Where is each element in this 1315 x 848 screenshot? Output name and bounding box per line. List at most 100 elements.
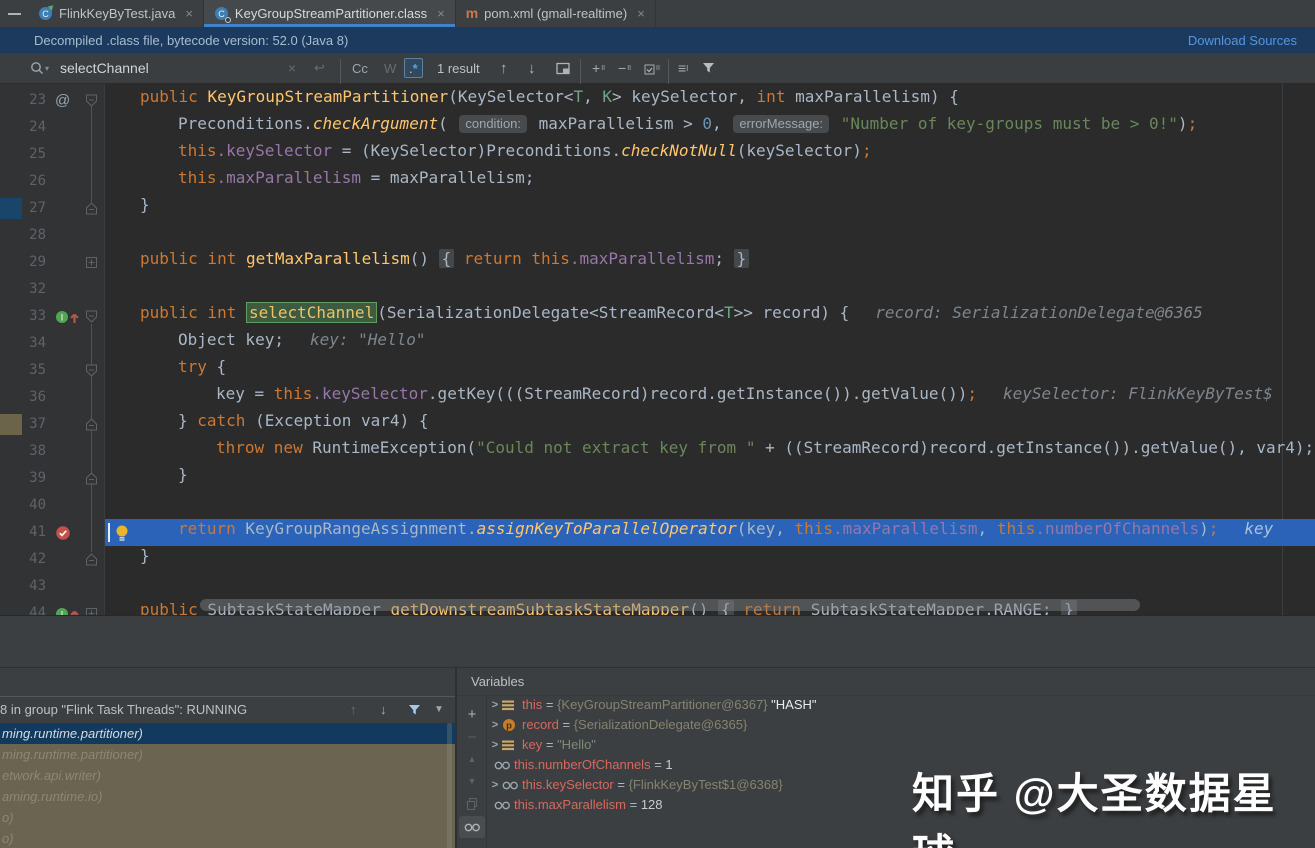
regex-toggle[interactable]: . * bbox=[404, 58, 423, 78]
close-icon[interactable]: × bbox=[437, 6, 445, 21]
variable-row-this.numberOfChannels[interactable]: this.numberOfChannels = 1 bbox=[488, 755, 673, 775]
watches-toggle-icon[interactable] bbox=[459, 816, 485, 838]
prev-frame-icon[interactable]: ↑ bbox=[350, 697, 357, 723]
frames-scrollbar[interactable] bbox=[447, 723, 452, 848]
prev-occurrence-icon[interactable]: ↑ bbox=[500, 53, 508, 83]
search-options-icon[interactable]: ≡ I bbox=[678, 53, 688, 83]
move-down-icon[interactable]: ▼ bbox=[457, 771, 487, 791]
variable-name: this.numberOfChannels bbox=[514, 757, 651, 772]
maven-icon: m bbox=[465, 5, 479, 21]
implementing-method-icon[interactable]: I bbox=[55, 303, 82, 330]
fold-marker[interactable] bbox=[85, 546, 98, 573]
variable-row-this.keySelector[interactable]: > this.keySelector = {FlinkKeyByTest$1@63… bbox=[488, 775, 783, 795]
fold-marker[interactable] bbox=[85, 195, 98, 222]
line-number[interactable]: 25 bbox=[0, 141, 46, 168]
match-case-toggle[interactable]: Cc bbox=[352, 53, 368, 83]
code-text: throw new RuntimeException("Could not ex… bbox=[216, 438, 1315, 457]
duplicate-icon[interactable] bbox=[457, 793, 487, 813]
open-in-window-icon[interactable] bbox=[556, 53, 570, 83]
line-number[interactable]: 41 bbox=[0, 519, 46, 546]
close-icon[interactable]: × bbox=[185, 6, 193, 21]
move-up-icon[interactable]: ▲ bbox=[457, 749, 487, 769]
fold-marker[interactable] bbox=[85, 411, 98, 438]
menu-icon[interactable] bbox=[0, 0, 28, 27]
expand-chevron-icon[interactable]: > bbox=[488, 695, 502, 715]
line-number[interactable]: 35 bbox=[0, 357, 46, 384]
code-line-28: 28 bbox=[0, 222, 1315, 249]
line-number[interactable]: 38 bbox=[0, 438, 46, 465]
tab-label: pom.xml (gmall-realtime) bbox=[484, 6, 628, 21]
fold-marker[interactable] bbox=[85, 600, 98, 615]
search-input[interactable]: selectChannel bbox=[60, 53, 149, 83]
select-all-occurrences-icon[interactable]: II bbox=[644, 53, 660, 83]
horizontal-scrollbar[interactable] bbox=[200, 599, 1140, 611]
words-toggle[interactable]: W bbox=[384, 53, 396, 83]
line-number[interactable]: 44 bbox=[0, 600, 46, 615]
watch-icon bbox=[502, 781, 522, 790]
remove-watch-icon[interactable]: − bbox=[457, 727, 487, 747]
line-number[interactable]: 34 bbox=[0, 330, 46, 357]
line-number[interactable]: 26 bbox=[0, 168, 46, 195]
tab-KeyGroupStreamPartitioner.class[interactable]: C KeyGroupStreamPartitioner.class × bbox=[203, 0, 456, 27]
filter-icon[interactable] bbox=[702, 53, 715, 83]
hide-frames-filter-icon[interactable] bbox=[408, 697, 421, 723]
implementing-method-icon[interactable]: I bbox=[55, 600, 82, 615]
add-watch-icon[interactable]: + bbox=[457, 704, 487, 724]
insert-newline-icon[interactable]: ↩ bbox=[314, 53, 325, 83]
next-occurrence-icon[interactable]: ↓ bbox=[528, 53, 536, 83]
expand-chevron-icon[interactable]: > bbox=[488, 735, 502, 755]
fold-marker[interactable] bbox=[85, 303, 98, 330]
tab-bar: C FlinkKeyByTest.java × C KeyGroupStreamPart… bbox=[0, 0, 1315, 27]
variable-name: this.maxParallelism bbox=[514, 797, 626, 812]
line-number[interactable]: 37 bbox=[0, 411, 46, 438]
expand-chevron-icon[interactable]: > bbox=[488, 715, 502, 735]
stack-frame[interactable]: o) bbox=[0, 807, 455, 828]
line-number[interactable]: 40 bbox=[0, 492, 46, 519]
line-number[interactable]: 42 bbox=[0, 546, 46, 573]
line-number[interactable]: 32 bbox=[0, 276, 46, 303]
stack-frame[interactable]: o) bbox=[0, 828, 455, 848]
fold-marker[interactable] bbox=[85, 249, 98, 276]
variable-row-this[interactable]: > this = {KeyGroupStreamPartitioner@6367}… bbox=[488, 695, 817, 715]
clear-icon[interactable]: × bbox=[288, 53, 296, 83]
code-line-41: 41 return KeyGroupRangeAssignment.assignK… bbox=[0, 519, 1315, 546]
variable-name: this.keySelector bbox=[522, 777, 614, 792]
add-occurrence-icon[interactable]: + II bbox=[592, 53, 605, 83]
line-number[interactable]: 29 bbox=[0, 249, 46, 276]
line-number[interactable]: 27 bbox=[0, 195, 46, 222]
breakpoint-icon[interactable] bbox=[55, 519, 71, 546]
fold-marker[interactable] bbox=[85, 87, 98, 114]
stack-frame[interactable]: ming.runtime.partitioner) bbox=[0, 723, 455, 744]
line-number[interactable]: 24 bbox=[0, 114, 46, 141]
line-number[interactable]: 43 bbox=[0, 573, 46, 600]
code-line-40: 40 bbox=[0, 492, 1315, 519]
variable-row-key[interactable]: > key = "Hello" bbox=[488, 735, 596, 755]
stack-frame[interactable]: aming.runtime.io) bbox=[0, 786, 455, 807]
line-number[interactable]: 36 bbox=[0, 384, 46, 411]
intention-bulb-icon[interactable] bbox=[115, 524, 130, 547]
fold-marker[interactable] bbox=[85, 465, 98, 492]
tab-label: FlinkKeyByTest.java bbox=[59, 6, 176, 21]
tab-FlinkKeyByTest.java[interactable]: C FlinkKeyByTest.java × bbox=[28, 0, 204, 27]
debugger-inline-hint: key bbox=[1244, 519, 1274, 538]
variable-row-this.maxParallelism[interactable]: this.maxParallelism = 128 bbox=[488, 795, 663, 815]
expand-chevron-icon[interactable]: > bbox=[488, 775, 502, 795]
next-frame-icon[interactable]: ↓ bbox=[380, 697, 387, 723]
line-number[interactable]: 23 bbox=[0, 87, 46, 114]
fold-marker[interactable] bbox=[85, 357, 98, 384]
tab-pom.xml (gmall-realtime)[interactable]: m pom.xml (gmall-realtime) × bbox=[455, 0, 656, 27]
dropdown-icon[interactable]: ▼ bbox=[434, 697, 444, 723]
line-number[interactable]: 33 bbox=[0, 303, 46, 330]
stack-frame[interactable]: ming.runtime.partitioner) bbox=[0, 744, 455, 765]
remove-occurrence-icon[interactable]: − II bbox=[618, 53, 631, 83]
download-sources-link[interactable]: Download Sources bbox=[1188, 33, 1297, 48]
editor[interactable]: 23 @ public KeyGroupStreamPartitioner(KeyS… bbox=[0, 84, 1315, 615]
code-line-37: 37} catch (Exception var4) { bbox=[0, 411, 1315, 438]
close-icon[interactable]: × bbox=[637, 6, 645, 21]
stack-frame[interactable]: etwork.api.writer) bbox=[0, 765, 455, 786]
tab-label: KeyGroupStreamPartitioner.class bbox=[234, 6, 428, 21]
line-number[interactable]: 39 bbox=[0, 465, 46, 492]
thread-header[interactable]: 8 in group "Flink Task Threads": RUNNING… bbox=[0, 696, 455, 723]
variable-row-record[interactable]: > p record = {SerializationDelegate@6365} bbox=[488, 715, 748, 735]
line-number[interactable]: 28 bbox=[0, 222, 46, 249]
